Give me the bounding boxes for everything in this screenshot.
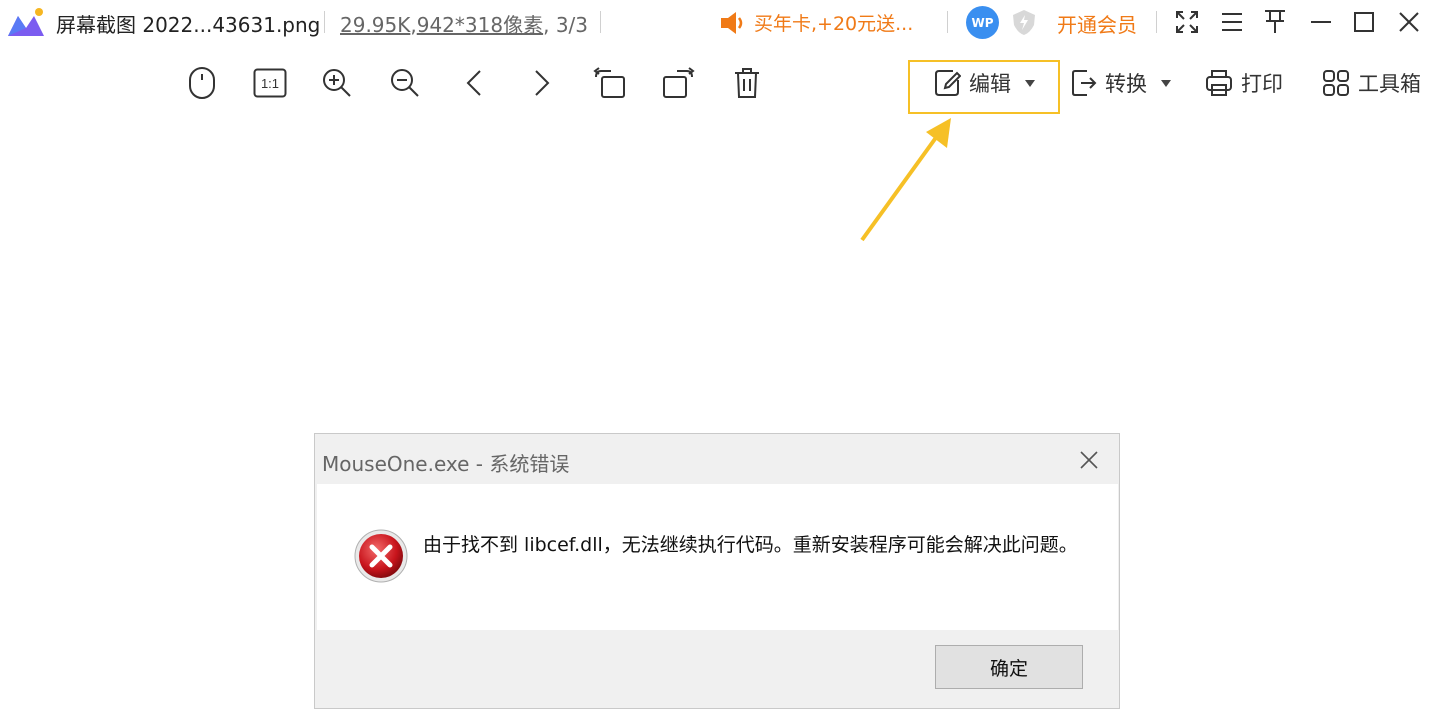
file-size[interactable]: 29.95K xyxy=(340,13,410,37)
divider xyxy=(1156,11,1157,33)
title-bar: 屏幕截图 2022...43631.png 29.95K,942*318像素, … xyxy=(0,0,1440,46)
menu-button[interactable] xyxy=(1217,7,1247,37)
error-dialog: MouseOne.exe - 系统错误 由于找不到 libcef.dll，无法继… xyxy=(314,433,1120,709)
image-dimensions[interactable]: 942*318像素 xyxy=(417,13,543,37)
next-icon xyxy=(535,70,550,96)
page-index: 3/3 xyxy=(555,13,588,37)
delete-button[interactable] xyxy=(728,64,766,102)
vip-shield-icon xyxy=(1013,10,1035,35)
annotation-arrow-icon xyxy=(860,118,951,242)
file-info: 29.95K,942*318像素, 3/3 xyxy=(340,13,588,37)
convert-menu[interactable]: 转换 xyxy=(1071,62,1171,104)
actual-size-label: 1:1 xyxy=(261,76,279,91)
actual-size-icon: 1:1 xyxy=(253,68,287,98)
rotate-right-icon xyxy=(663,67,695,98)
pin-icon xyxy=(1265,10,1285,33)
zoom-out-icon xyxy=(391,69,419,97)
printer-icon xyxy=(1206,70,1232,96)
pin-button[interactable] xyxy=(1260,7,1290,37)
print-button[interactable]: 打印 xyxy=(1205,62,1283,104)
rotate-left-icon xyxy=(593,67,625,98)
delete-icon xyxy=(735,68,759,98)
zoom-in-icon xyxy=(323,69,351,97)
next-button[interactable] xyxy=(523,64,561,102)
minimize-button[interactable] xyxy=(1306,7,1336,37)
avatar[interactable]: WP xyxy=(966,6,999,39)
convert-label: 转换 xyxy=(1105,72,1147,96)
open-vip-button[interactable]: 开通会员 xyxy=(1057,9,1137,38)
toolbox-label: 工具箱 xyxy=(1358,72,1421,96)
print-label: 打印 xyxy=(1241,72,1283,96)
grid-icon xyxy=(1323,70,1349,96)
error-icon xyxy=(354,529,408,583)
rotate-left-button[interactable] xyxy=(591,64,629,102)
divider xyxy=(600,11,601,33)
ok-button[interactable]: 确定 xyxy=(935,645,1083,689)
zoom-out-button[interactable] xyxy=(386,64,424,102)
hamburger-icon xyxy=(1222,13,1242,31)
promo-link[interactable]: 买年卡,+20元送... xyxy=(720,9,913,36)
dialog-close-icon[interactable] xyxy=(1077,448,1101,472)
dialog-body: 由于找不到 libcef.dll，无法继续执行代码。重新安装程序可能会解决此问题… xyxy=(317,484,1118,630)
previous-icon xyxy=(466,70,481,96)
maximize-icon xyxy=(1354,12,1374,32)
file-name: 屏幕截图 2022...43631.png xyxy=(56,13,321,37)
actual-size-button[interactable]: 1:1 xyxy=(251,64,289,102)
dialog-title: MouseOne.exe - 系统错误 xyxy=(322,452,570,476)
mouse-icon xyxy=(189,67,215,99)
close-icon xyxy=(1399,12,1419,32)
previous-button[interactable] xyxy=(455,64,493,102)
zoom-in-button[interactable] xyxy=(318,64,356,102)
fullscreen-icon xyxy=(1176,11,1198,33)
edit-highlight-box xyxy=(908,60,1060,114)
promo-text: 买年卡,+20元送... xyxy=(754,13,914,35)
speaker-icon xyxy=(721,11,743,34)
error-message: 由于找不到 libcef.dll，无法继续执行代码。重新安装程序可能会解决此问题… xyxy=(423,534,1078,556)
dropdown-caret-icon xyxy=(1161,79,1171,87)
close-button[interactable] xyxy=(1394,7,1424,37)
fullscreen-button[interactable] xyxy=(1172,7,1202,37)
divider xyxy=(324,11,325,33)
maximize-button[interactable] xyxy=(1349,7,1379,37)
divider xyxy=(947,11,948,33)
toolbox-button[interactable]: 工具箱 xyxy=(1322,62,1421,104)
convert-icon xyxy=(1072,70,1097,96)
rotate-right-button[interactable] xyxy=(659,64,697,102)
mouse-mode-button[interactable] xyxy=(183,64,221,102)
minimize-icon xyxy=(1311,21,1331,23)
app-logo-icon xyxy=(8,8,44,36)
